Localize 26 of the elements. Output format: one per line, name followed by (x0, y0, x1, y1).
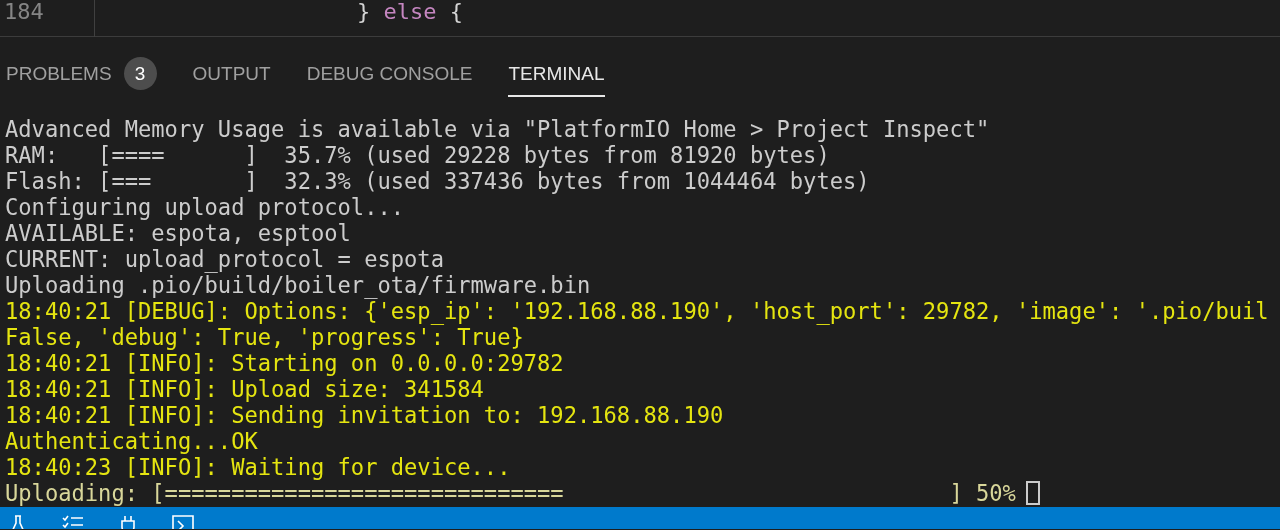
terminal-line: 18:40:21 [DEBUG]: Options: {'esp_ip': '192.168.88.190', 'host_port': 29782, 'image': '.pio/buil (5, 298, 1269, 324)
panel-tab[interactable]: PROBLEMS 3 (6, 46, 157, 102)
terminal-line: AVAILABLE: espota, esptool (5, 220, 351, 246)
terminal-line: CURRENT: upload_protocol = espota (5, 246, 444, 272)
terminal-line: False, 'debug': True, 'progress': True} (5, 324, 524, 350)
checklist-icon[interactable] (62, 515, 84, 529)
panel-tab[interactable]: OUTPUT (192, 51, 271, 97)
terminal-line: Uploading: [============================== ] 50% (5, 480, 1016, 506)
terminal-line: Advanced Memory Usage is available via "PlatformIO Home > Project Inspect" (5, 116, 990, 142)
terminal-line: Configuring upload protocol... (5, 194, 405, 220)
code-line: } else { (357, 0, 463, 24)
panel-tab[interactable]: TERMINAL (508, 51, 605, 97)
panel-tab[interactable]: DEBUG CONSOLE (306, 51, 473, 97)
terminal-line: Uploading .pio/build/boiler_ota/firmware.bin (5, 272, 591, 298)
terminal-line: 18:40:23 [INFO]: Waiting for device... (5, 454, 511, 480)
terminal-cursor (1025, 481, 1040, 505)
plug-icon[interactable] (118, 515, 138, 529)
terminal-line: 18:40:21 [INFO]: Upload size: 341584 (5, 376, 484, 402)
terminal-line: 18:40:21 [INFO]: Sending invitation to: 192.168.88.190 (5, 402, 724, 428)
terminal-line: Flash: [=== ] 32.3% (used 337436 bytes from 1044464 bytes) (5, 168, 870, 194)
line-number: 184 (3, 0, 45, 24)
terminal-line: 18:40:21 [INFO]: Starting on 0.0.0.0:29782 (5, 350, 564, 376)
terminal-icon[interactable] (172, 515, 194, 529)
count-badge: 3 (123, 57, 157, 90)
terminal-line: Authenticating...OK (5, 428, 258, 454)
terminal-line: RAM: [==== ] 35.7% (used 29228 bytes from 81920 bytes) (5, 142, 830, 168)
